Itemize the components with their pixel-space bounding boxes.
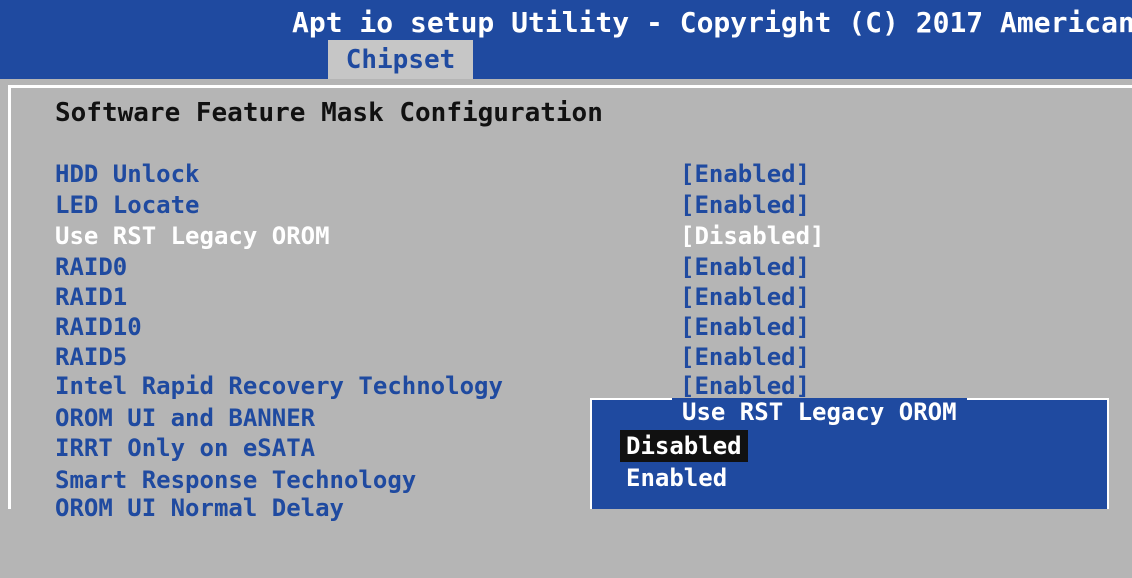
setting-label: RAID10 [55,313,142,341]
setting-label: Intel Rapid Recovery Technology [55,372,503,400]
setting-value[interactable]: [Enabled] [680,191,810,219]
setting-label: LED Locate [55,191,200,219]
option-disabled[interactable]: Disabled [620,430,748,462]
app-title: Apt io setup Utility - Copyright (C) 201… [292,6,1132,39]
setting-value[interactable]: [Enabled] [680,313,810,341]
setting-value[interactable]: [Disabled] [680,222,825,250]
setting-value[interactable]: [Enabled] [680,343,810,371]
setting-label: OROM UI and BANNER [55,404,316,432]
setting-value[interactable]: [Enabled] [680,253,810,281]
setting-raid0[interactable]: RAID0 [Enabled] [55,253,1115,283]
setting-value[interactable]: [Enabled] [680,372,810,400]
option-enabled[interactable]: Enabled [620,462,733,494]
setting-label: RAID0 [55,253,128,281]
section-title: Software Feature Mask Configuration [55,98,603,128]
setting-label: IRRT Only on eSATA [55,434,316,462]
tab-chipset[interactable]: Chipset [328,40,473,79]
setting-value[interactable]: [Enabled] [680,283,810,311]
setting-label: OROM UI Normal Delay [55,494,344,522]
setting-label: Use RST Legacy OROM [55,222,330,250]
setting-led-locate[interactable]: LED Locate [Enabled] [55,191,1115,221]
option-popup: Use RST Legacy OROM Disabled Enabled [590,398,1109,509]
popup-title: Use RST Legacy OROM [672,398,967,426]
setting-label: RAID5 [55,343,128,371]
setting-label: HDD Unlock [55,160,200,188]
setting-label: RAID1 [55,283,128,311]
setting-raid10[interactable]: RAID10 [Enabled] [55,313,1115,343]
setting-raid5[interactable]: RAID5 [Enabled] [55,343,1115,373]
setting-raid1[interactable]: RAID1 [Enabled] [55,283,1115,313]
setting-hdd-unlock[interactable]: HDD Unlock [Enabled] [55,160,1115,190]
setting-use-rst-legacy-orom[interactable]: Use RST Legacy OROM [Disabled] [55,222,1115,252]
setting-value[interactable]: [Enabled] [680,160,810,188]
setting-label: Smart Response Technology [55,466,417,494]
header-bar: Apt io setup Utility - Copyright (C) 201… [0,0,1132,79]
